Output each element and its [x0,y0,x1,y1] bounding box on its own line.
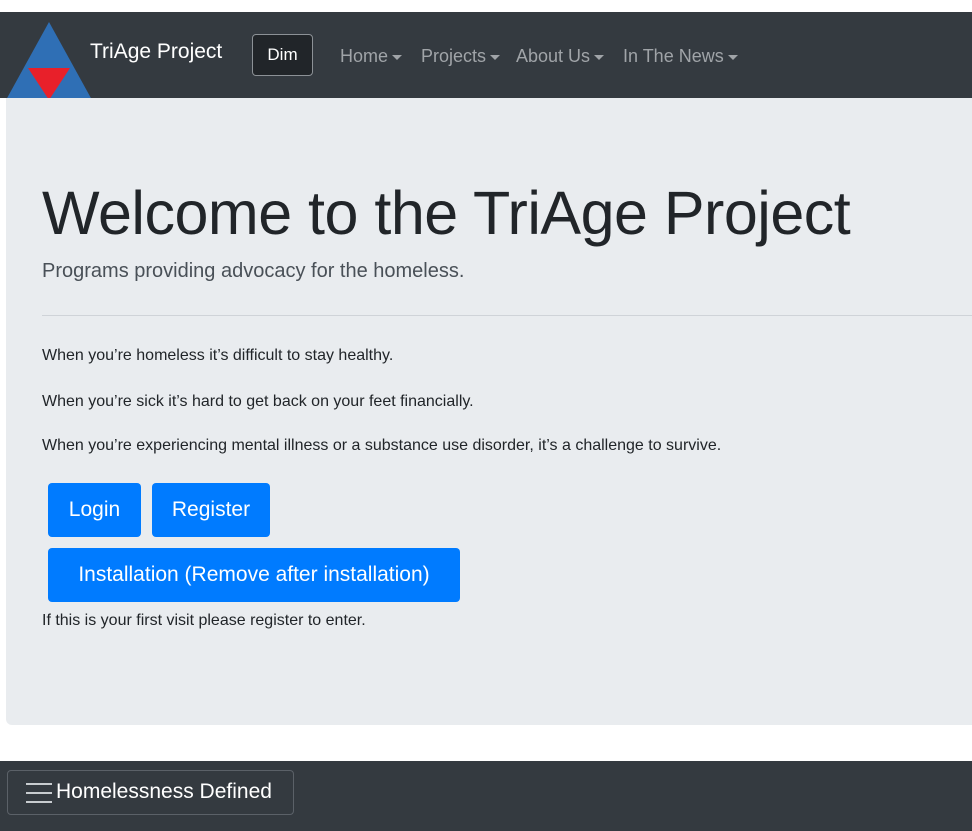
triangle-logo-icon[interactable] [6,22,92,100]
caret-down-icon [727,54,738,60]
top-strip [0,0,972,12]
navbar: TriAge Project Dim Home Projects About U… [0,12,972,100]
nav-about-us-label: About Us [516,46,591,66]
login-button[interactable]: Login [48,483,141,537]
first-visit-note: If this is your first visit please regis… [42,612,366,629]
page-title: Welcome to the TriAge Project [42,179,851,247]
nav-home-label: Home [340,46,389,66]
hamburger-menu-icon [26,783,52,803]
nav-projects-label: Projects [421,46,487,66]
nav-home[interactable]: Home [340,44,403,68]
hero-paragraph-mental-health: When you’re experiencing mental illness … [42,437,722,454]
caret-down-icon [594,54,605,60]
hero-paragraph-health: When you’re homeless it’s difficult to s… [42,347,394,364]
installation-button[interactable]: Installation (Remove after installation) [48,548,460,602]
register-button[interactable]: Register [152,483,270,537]
hero-lead: Programs providing advocacy for the home… [42,260,465,282]
caret-down-icon [392,54,403,60]
nav-projects[interactable]: Projects [421,44,501,68]
brand-title[interactable]: TriAge Project [90,39,222,65]
nav-about-us[interactable]: About Us [516,44,605,68]
dim-theme-button[interactable]: Dim [252,34,313,76]
toggle-label: Homelessness Defined [56,780,272,803]
homelessness-defined-toggle[interactable]: Homelessness Defined [7,770,294,815]
nav-in-the-news-label: In The News [623,46,724,66]
divider [42,315,972,316]
nav-in-the-news[interactable]: In The News [623,44,738,68]
caret-down-icon [490,54,501,60]
hero-paragraph-finance: When you’re sick it’s hard to get back o… [42,393,474,410]
